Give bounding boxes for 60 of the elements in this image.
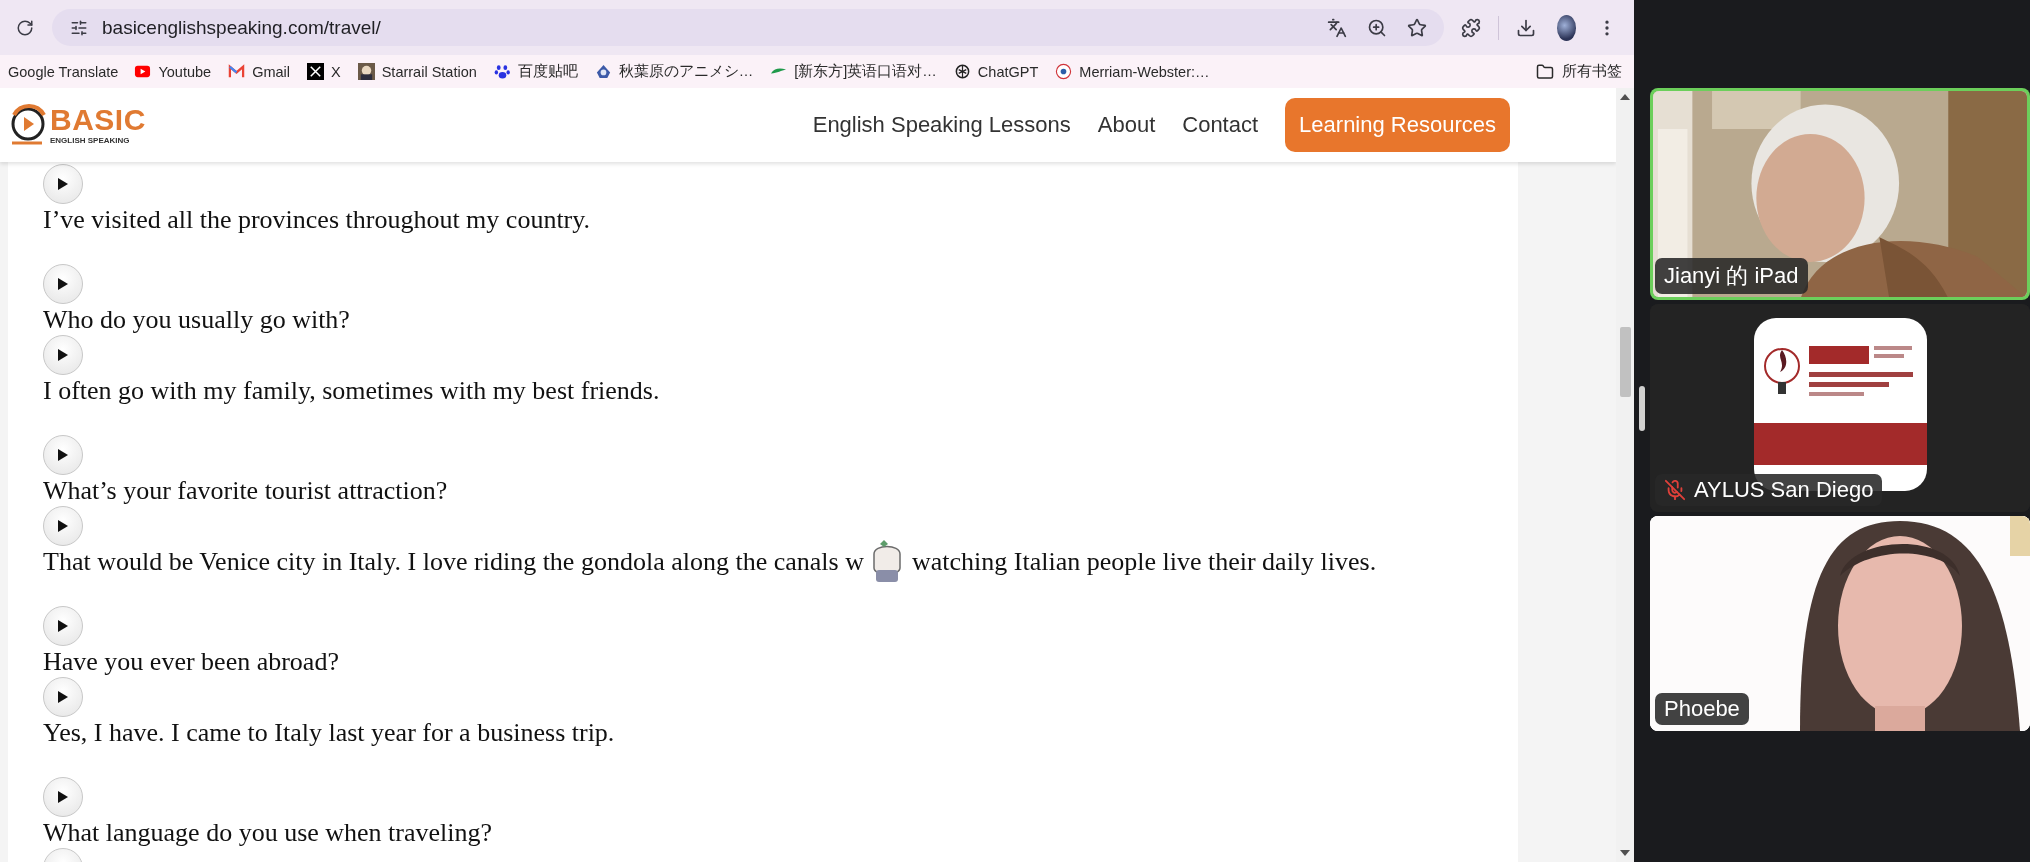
play-icon: [57, 277, 69, 291]
name-text: Jianyi 的 iPad: [1664, 262, 1799, 290]
sentence-text: What’s your favorite tourist attraction?: [43, 475, 448, 506]
scroll-down-icon[interactable]: [1620, 850, 1630, 856]
address-bar[interactable]: basicenglishspeaking.com/travel/: [52, 9, 1444, 46]
play-button[interactable]: [43, 777, 83, 817]
nav-link[interactable]: Contact: [1182, 112, 1259, 138]
bookmark-item[interactable]: Google Translate: [8, 63, 119, 80]
name-text: AYLUS San Diego: [1694, 477, 1874, 503]
bookmark-item[interactable]: 秋葉原のアニメシ…: [594, 62, 754, 81]
knot-icon: [953, 63, 971, 80]
play-button[interactable]: [43, 435, 83, 475]
image-icon: [357, 63, 375, 80]
play-icon: [57, 790, 69, 804]
bookmark-item[interactable]: Merriam-Webster:…: [1055, 63, 1210, 80]
sentence-text: That would be Venice city in Italy. I love riding the gondola along the canals w: [43, 546, 864, 577]
play-icon: [57, 348, 69, 362]
play-button[interactable]: [43, 264, 83, 304]
play-button[interactable]: [43, 335, 83, 375]
name-text: Phoebe: [1664, 696, 1740, 722]
dictionary-icon: [1055, 63, 1073, 80]
sentence-text: I’ve visited all the provinces throughout my country.: [43, 204, 591, 235]
logo-subtitle: ENGLISH SPEAKING: [50, 137, 131, 145]
paw-icon: [493, 63, 511, 80]
resize-handle[interactable]: [1639, 386, 1645, 431]
sentence-text: watching Italian people live their daily lives.: [911, 546, 1377, 577]
play-button[interactable]: [43, 506, 83, 546]
mail-icon: [228, 63, 246, 80]
play-button[interactable]: [43, 606, 83, 646]
folder-icon: [1536, 62, 1554, 81]
play-button[interactable]: [43, 164, 83, 204]
play-icon: [57, 619, 69, 633]
bookmark-item[interactable]: [新东方]英语口语对…: [770, 62, 937, 81]
bookmark-item[interactable]: 百度贴吧: [493, 62, 578, 81]
scrollbar-thumb[interactable]: [1619, 327, 1631, 397]
url-text: basicenglishspeaking.com/travel/: [102, 16, 382, 39]
logo-title: BASIC: [50, 105, 146, 135]
play-icon: [57, 448, 69, 462]
nav-link[interactable]: English Speaking Lessons: [812, 112, 1071, 138]
sentence-text: What language do you use when traveling?: [43, 817, 493, 848]
scroll-up-icon[interactable]: [1620, 94, 1630, 100]
play-icon: [57, 177, 69, 191]
sentence-text: Have you ever been abroad?: [43, 646, 339, 677]
bookmark-item[interactable]: Gmail: [228, 63, 290, 80]
mascot-icon: [594, 63, 612, 80]
bookmark-item[interactable]: X: [307, 63, 341, 80]
bookmark-item[interactable]: Starrail Station: [357, 63, 477, 80]
sentence-text: Who do you usually go with?: [43, 304, 350, 335]
profile-avatar[interactable]: [1556, 14, 1576, 41]
bookmark-item[interactable]: ChatGPT: [953, 63, 1039, 80]
sentence-text: I often go with my family, sometimes with my best friends.: [43, 375, 660, 406]
all-bookmarks-button[interactable]: 所有书签: [1536, 62, 1622, 81]
play-icon: [57, 519, 69, 533]
nav-link[interactable]: About: [1097, 112, 1156, 138]
sentence-text: Yes, I have. I came to Italy last year for a business trip.: [43, 717, 615, 748]
x-icon: [307, 63, 324, 80]
play-icon: [57, 690, 69, 704]
video-icon: [134, 63, 152, 80]
play-button[interactable]: [43, 677, 83, 717]
bookmark-item[interactable]: Youtube: [134, 63, 212, 80]
